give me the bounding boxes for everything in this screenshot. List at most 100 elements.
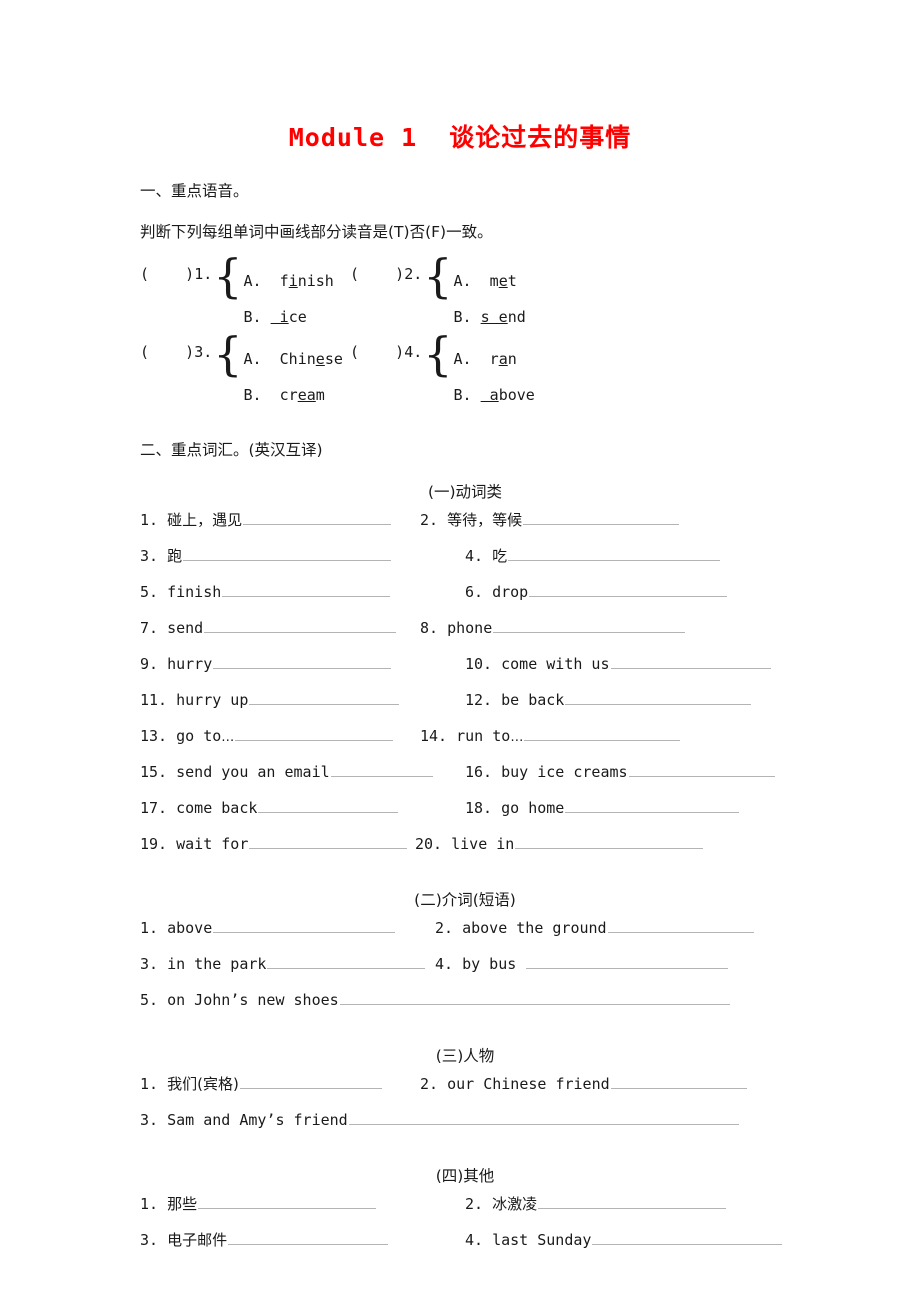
answer-blank[interactable] (508, 545, 721, 561)
item-number: 2. (420, 1074, 448, 1093)
item-number: 3. (140, 1110, 168, 1129)
item-number: 15. (140, 762, 177, 781)
answer-blank[interactable] (213, 917, 396, 933)
vocabulary-groups: (一)动词类 1. 碰上，遇见 2. 等待，等候 3. 跑 4. 吃 5. finish 6… (140, 480, 783, 1264)
answer-blank[interactable] (628, 761, 775, 777)
answer-blank[interactable] (610, 653, 771, 669)
answer-blank[interactable] (267, 953, 426, 969)
answer-blank[interactable] (198, 1193, 377, 1209)
answer-blank[interactable] (610, 1073, 747, 1089)
section-heading-phonetics: 一、重点语音。 (140, 182, 249, 200)
curly-brace-icon: { (423, 327, 453, 382)
vocabulary-item: 6. drop (465, 580, 728, 605)
vocabulary-item: 2. 冰激凌 (465, 1192, 727, 1217)
answer-blank[interactable] (348, 1109, 739, 1125)
vocabulary-prompt: come with us (501, 654, 610, 673)
vocabulary-prompt: drop (492, 582, 529, 601)
answer-blank[interactable] (565, 797, 740, 813)
answer-blank[interactable] (524, 725, 681, 741)
answer-blank[interactable] (204, 617, 397, 633)
answer-blank[interactable] (330, 761, 433, 777)
answer-blank[interactable] (592, 1229, 783, 1245)
vocabulary-prompt: our Chinese friend (447, 1074, 610, 1093)
answer-blank[interactable] (235, 725, 394, 741)
answer-blank[interactable] (523, 509, 680, 525)
item-number: 3. (140, 546, 168, 565)
vocabulary-item: 8. phone (420, 616, 686, 641)
vocabulary-item: 11. hurry up (140, 688, 400, 713)
vocabulary-item: 3. 跑 (140, 544, 392, 569)
phonetics-options: A. ran B. above (454, 341, 535, 413)
answer-parenthesis[interactable]: ( ) (140, 263, 194, 283)
vocabulary-item: 4. by bus (435, 952, 729, 977)
item-number: 9. (140, 654, 168, 673)
item-number: 4. (465, 1230, 493, 1249)
vocabulary-item: 2. our Chinese friend (420, 1072, 747, 1097)
vocabulary-item: 5. on John’s new shoes (140, 988, 730, 1013)
item-number: 1. (140, 918, 168, 937)
answer-parenthesis[interactable]: ( ) (350, 263, 404, 283)
answer-blank[interactable] (493, 617, 686, 633)
page-content: Module 1 谈论过去的事情 一、重点语音。 判断下列每组单词中画线部分读音… (140, 0, 783, 1264)
vocabulary-prompt: 冰激凌 (492, 1194, 538, 1213)
answer-blank[interactable] (607, 917, 754, 933)
vocabulary-row: 1. 碰上，遇见 2. 等待，等候 (140, 508, 780, 544)
vocabulary-prompt: live in (451, 834, 515, 853)
answer-blank[interactable] (529, 581, 728, 597)
answer-parenthesis[interactable]: ( ) (140, 341, 194, 361)
vocabulary-row: 5. finish 6. drop (140, 580, 780, 616)
vocabulary-group-title: (三)人物 (435, 1046, 495, 1065)
item-number: 20. (415, 834, 452, 853)
vocabulary-group-title: (四)其他 (435, 1166, 495, 1185)
answer-blank[interactable] (258, 797, 399, 813)
option-a: A. met (453, 272, 517, 291)
vocabulary-row: 15. send you an email 16. buy ice creams (140, 760, 780, 796)
vocabulary-prompt: 吃 (492, 546, 508, 565)
option-a: A. ran (453, 350, 517, 369)
vocabulary-prompt: by bus (462, 954, 526, 973)
vocabulary-prompt: send you an email (176, 762, 330, 781)
answer-blank[interactable] (538, 1193, 727, 1209)
answer-blank[interactable] (249, 689, 400, 705)
phonetics-item: ( ) 3.{A. Chinese B. cream (140, 331, 343, 413)
vocabulary-item: 1. 碰上，遇见 (140, 508, 392, 533)
answer-blank[interactable] (339, 989, 730, 1005)
answer-blank[interactable] (249, 833, 408, 849)
vocabulary-row: 3. 跑 4. 吃 (140, 544, 780, 580)
option-b: B. ice (243, 308, 307, 327)
phonetics-row: ( ) 3.{A. Chinese B. cream( ) 4.{A. ran B.… (140, 331, 780, 419)
vocabulary-item: 4. 吃 (465, 544, 721, 569)
item-number: 1. (140, 1074, 168, 1093)
vocabulary-item: 14. run to… (420, 724, 681, 750)
vocabulary-item: 13. go to… (140, 724, 394, 750)
item-number: 4. (404, 343, 423, 362)
answer-blank[interactable] (565, 689, 752, 705)
answer-blank[interactable] (228, 1229, 389, 1245)
vocabulary-item: 16. buy ice creams (465, 760, 775, 785)
item-number: 19. (140, 834, 177, 853)
answer-parenthesis[interactable]: ( ) (350, 341, 404, 361)
answer-blank[interactable] (213, 653, 392, 669)
item-number: 3. (194, 343, 213, 362)
ellipsis-icon: … (221, 729, 235, 745)
vocabulary-item: 5. finish (140, 580, 391, 605)
vocabulary-item: 19. wait for (140, 832, 408, 857)
vocabulary-prompt: send (167, 618, 204, 637)
answer-blank[interactable] (243, 509, 392, 525)
item-number: 2. (404, 265, 423, 284)
vocabulary-item: 1. 那些 (140, 1192, 377, 1217)
vocabulary-prompt: 跑 (167, 546, 183, 565)
phonetics-item: ( ) 2.{A. met B. s end (350, 253, 526, 335)
item-number: 17. (140, 798, 177, 817)
vocabulary-row: 1. above 2. above the ground (140, 916, 780, 952)
vocabulary-group-title: (二)介词(短语) (414, 890, 516, 909)
vocabulary-row: 3. Sam and Amy’s friend (140, 1108, 780, 1144)
vocabulary-prompt: 碰上，遇见 (167, 510, 243, 529)
answer-blank[interactable] (515, 833, 704, 849)
answer-blank[interactable] (183, 545, 392, 561)
phonetics-options: A. Chinese B. cream (244, 341, 343, 413)
vocabulary-row: 7. send 8. phone (140, 616, 780, 652)
answer-blank[interactable] (222, 581, 391, 597)
answer-blank[interactable] (239, 1073, 382, 1089)
answer-blank[interactable] (526, 953, 729, 969)
